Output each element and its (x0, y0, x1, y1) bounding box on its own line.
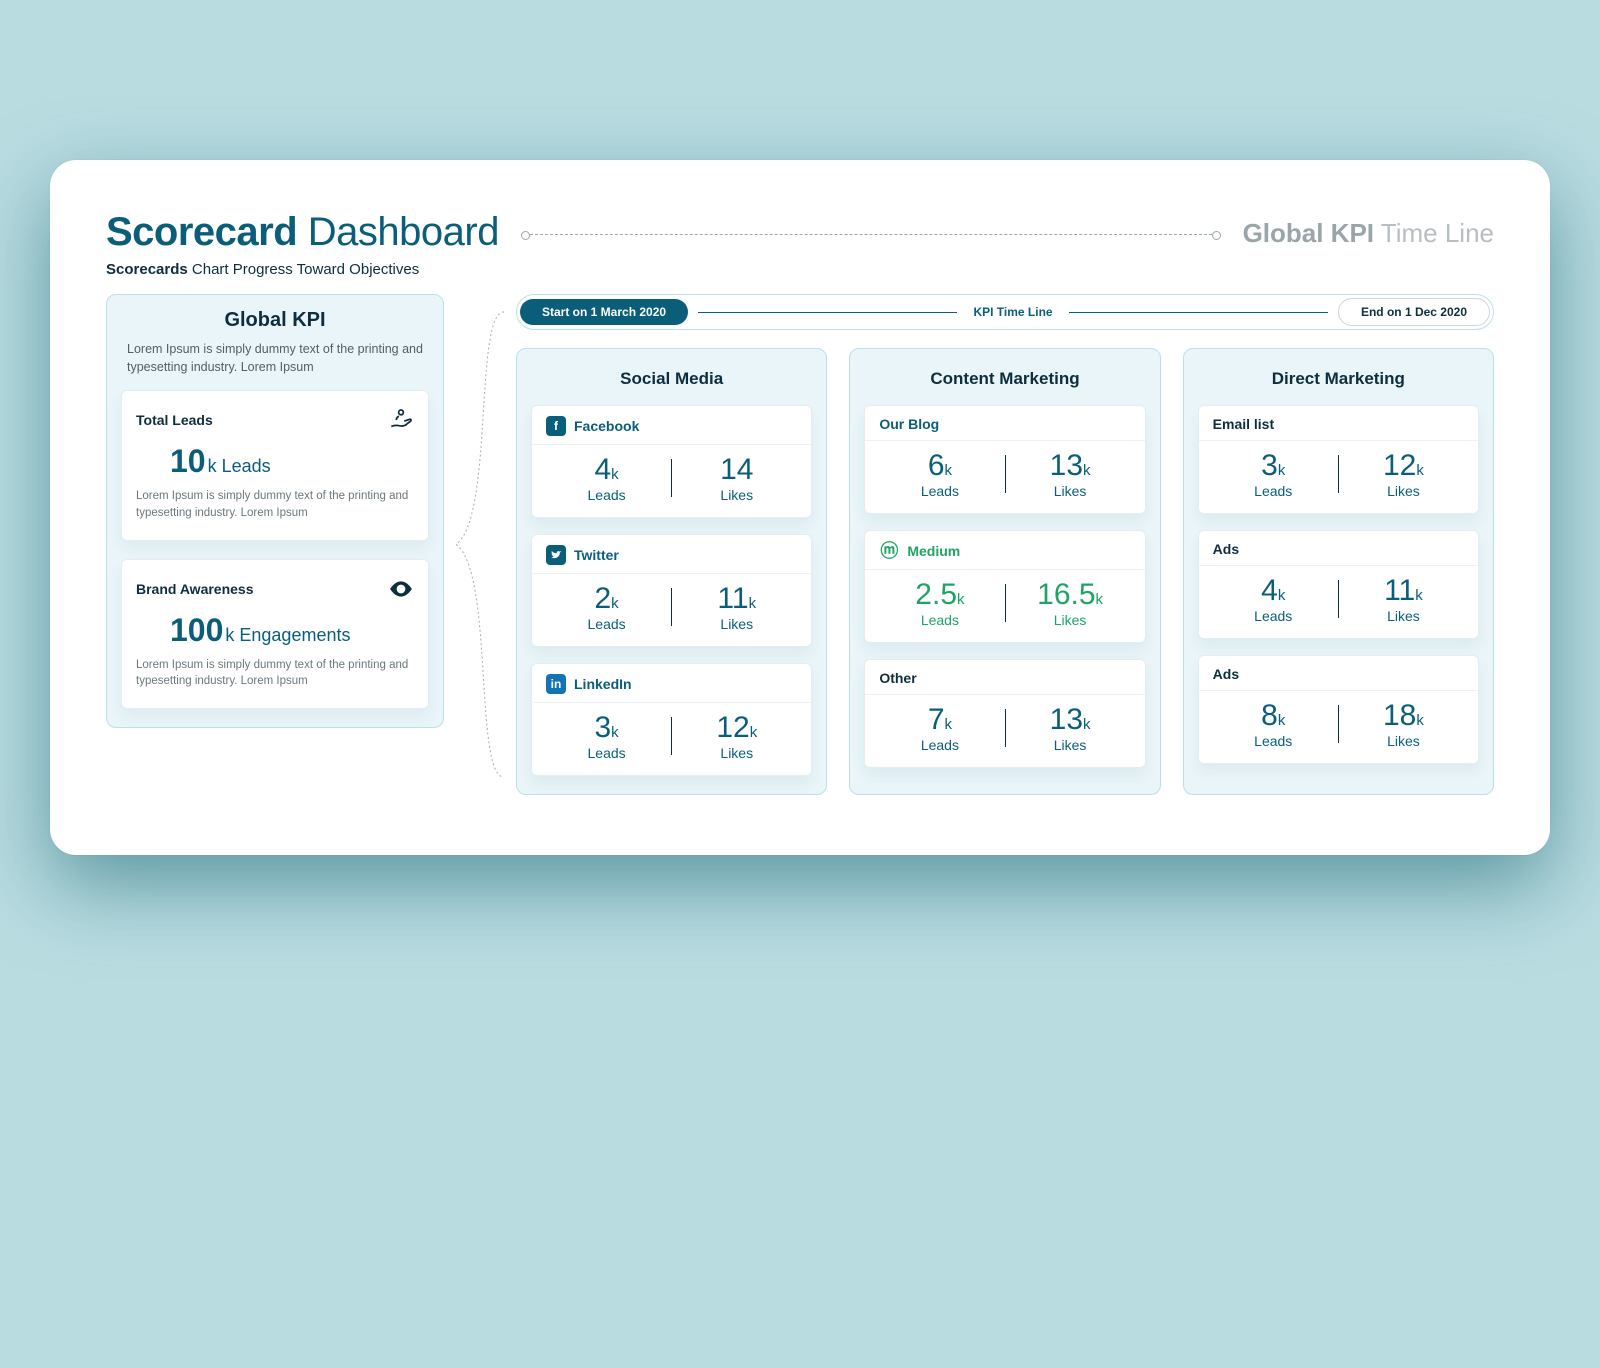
metric-head: ⓜ Medium (865, 531, 1144, 570)
metric-head: Other (865, 660, 1144, 695)
kpi-timeline-bar: Start on 1 March 2020 KPI Time Line End … (516, 294, 1494, 330)
page-subtitle: Scorecards Chart Progress Toward Objecti… (106, 261, 499, 278)
eye-icon (388, 576, 414, 602)
metric-leads: 2.5k Leads (875, 576, 1004, 628)
metric-likes: 13k Likes (1006, 701, 1135, 753)
title-block: Scorecard Dashboard Scorecards Chart Pro… (106, 210, 499, 278)
timeline-title: Global KPI Time Line (1243, 218, 1494, 249)
columns: Social Media f Facebook 4k Leads (516, 348, 1494, 795)
metric-name: LinkedIn (574, 676, 632, 692)
main: Global KPI Lorem Ipsum is simply dummy t… (106, 294, 1494, 795)
kpi-value: 100k Engagements (170, 612, 414, 649)
kpi-value: 10k Leads (170, 443, 414, 480)
medium-icon: ⓜ (879, 541, 899, 561)
kpi-label: Brand Awareness (136, 581, 254, 597)
metric-head: Ads (1199, 656, 1478, 691)
metric-card-linkedin[interactable]: in LinkedIn 3k Leads 12k Likes (531, 663, 812, 776)
global-kpi-heading: Global KPI (121, 309, 429, 332)
page-title: Scorecard Dashboard (106, 210, 499, 255)
metric-head: Ads (1199, 531, 1478, 566)
metric-head: Email list (1199, 406, 1478, 441)
kpi-note: Lorem Ipsum is simply dummy text of the … (136, 488, 414, 521)
column-content-marketing: Content Marketing Our Blog 6k Leads (849, 348, 1160, 795)
metric-leads: 8k Leads (1209, 697, 1338, 749)
kpi-card-brand-awareness[interactable]: Brand Awareness 100k Engagements Lorem I… (121, 559, 429, 709)
metric-likes: 13k Likes (1006, 447, 1135, 499)
metric-card-medium[interactable]: ⓜ Medium 2.5k Leads 16.5k Likes (864, 530, 1145, 643)
dashboard-canvas: Scorecard Dashboard Scorecards Chart Pro… (50, 160, 1550, 855)
metric-leads: 2k Leads (542, 580, 671, 632)
metric-leads: 6k Leads (875, 447, 1004, 499)
metric-card-other[interactable]: Other 7k Leads 13k Likes (864, 659, 1145, 768)
metric-name: Twitter (574, 547, 619, 563)
twitter-icon (546, 545, 566, 565)
linkedin-icon: in (546, 674, 566, 694)
column-title: Social Media (531, 369, 812, 389)
metric-card-facebook[interactable]: f Facebook 4k Leads 14 Likes (531, 405, 812, 518)
column-direct-marketing: Direct Marketing Email list 3k Leads (1183, 348, 1494, 795)
metric-likes: 12k Likes (1339, 447, 1468, 499)
metric-card-blog[interactable]: Our Blog 6k Leads 13k Likes (864, 405, 1145, 514)
metric-head: f Facebook (532, 406, 811, 445)
metric-head: Our Blog (865, 406, 1144, 441)
metric-head: in LinkedIn (532, 664, 811, 703)
metric-name: Ads (1213, 666, 1239, 682)
metric-leads: 4k Leads (1209, 572, 1338, 624)
timeline-end-pill[interactable]: End on 1 Dec 2020 (1338, 298, 1490, 326)
metric-likes: 14 Likes (672, 451, 801, 503)
column-title: Direct Marketing (1198, 369, 1479, 389)
metric-likes: 11k Likes (1339, 572, 1468, 624)
metric-card-ads-1[interactable]: Ads 4k Leads 11k Likes (1198, 530, 1479, 639)
metric-leads: 3k Leads (1209, 447, 1338, 499)
metric-leads: 7k Leads (875, 701, 1004, 753)
metric-likes: 18k Likes (1339, 697, 1468, 749)
right-side: Start on 1 March 2020 KPI Time Line End … (516, 294, 1494, 795)
metric-card-email[interactable]: Email list 3k Leads 12k Likes (1198, 405, 1479, 514)
hand-icon (388, 407, 414, 433)
column-social-media: Social Media f Facebook 4k Leads (516, 348, 827, 795)
metric-likes: 16.5k Likes (1006, 576, 1135, 628)
global-kpi-panel: Global KPI Lorem Ipsum is simply dummy t… (106, 294, 444, 728)
metric-likes: 12k Likes (672, 709, 801, 761)
kpi-card-total-leads[interactable]: Total Leads 10k Leads Lorem Ipsum is sim… (121, 390, 429, 540)
timeline-line (1069, 312, 1328, 313)
kpi-label: Total Leads (136, 412, 213, 428)
facebook-icon: f (546, 416, 566, 436)
timeline-line (698, 312, 957, 313)
metric-card-ads-2[interactable]: Ads 8k Leads 18k Likes (1198, 655, 1479, 764)
metric-name: Our Blog (879, 416, 939, 432)
metric-name: Facebook (574, 418, 639, 434)
metric-name: Medium (907, 543, 960, 559)
header-connector (525, 234, 1217, 235)
metric-leads: 4k Leads (542, 451, 671, 503)
kpi-note: Lorem Ipsum is simply dummy text of the … (136, 657, 414, 690)
metric-name: Email list (1213, 416, 1274, 432)
metric-likes: 11k Likes (672, 580, 801, 632)
global-kpi-desc: Lorem Ipsum is simply dummy text of the … (121, 340, 429, 390)
metric-leads: 3k Leads (542, 709, 671, 761)
header: Scorecard Dashboard Scorecards Chart Pro… (106, 210, 1494, 278)
metric-name: Ads (1213, 541, 1239, 557)
metric-head: Twitter (532, 535, 811, 574)
metric-name: Other (879, 670, 916, 686)
timeline-mid-label: KPI Time Line (967, 305, 1058, 319)
metric-card-twitter[interactable]: Twitter 2k Leads 11k Likes (531, 534, 812, 647)
timeline-start-pill[interactable]: Start on 1 March 2020 (520, 299, 688, 325)
column-title: Content Marketing (864, 369, 1145, 389)
brace-connector (444, 294, 516, 795)
